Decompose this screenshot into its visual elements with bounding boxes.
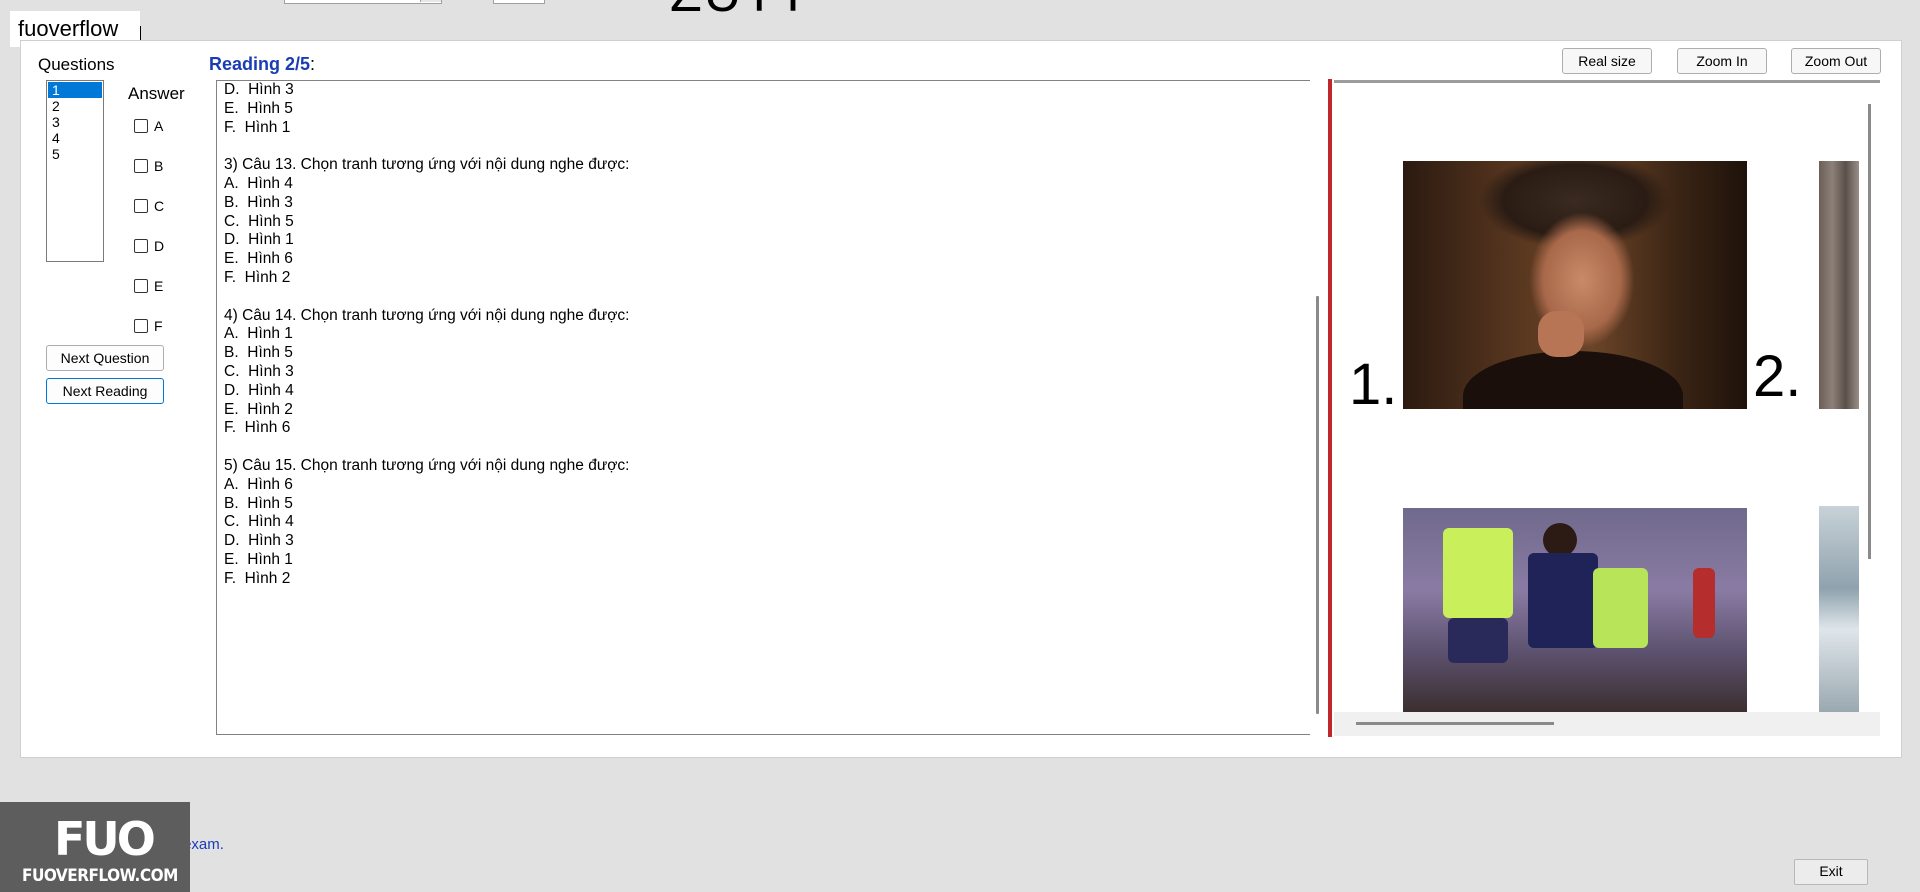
answer-label-f: F [154,318,163,334]
question-item[interactable]: 1 [48,82,102,98]
image-woman-portrait [1403,161,1747,409]
logo-url: FUOVERFLOW.COM [22,866,178,886]
question-list[interactable]: 1 2 3 4 5 [46,80,104,262]
photo-shape [1443,528,1513,618]
image-clipped-2 [1819,161,1859,409]
reading-text-box[interactable]: D. Hình 3 E. Hình 5 F. Hình 1 3) Câu 13.… [216,80,1330,735]
next-reading-button[interactable]: Next Reading [46,378,164,404]
questions-label: Questions [38,55,115,74]
answer-label-e: E [154,278,164,294]
answer-option-a[interactable]: A [134,116,163,136]
question-item[interactable]: 3 [48,114,102,130]
answer-option-b[interactable]: B [134,156,163,176]
reading-scrollbar[interactable] [1310,80,1328,735]
answer-label-d: D [154,238,165,254]
panel-splitter[interactable] [1328,79,1332,737]
question-item[interactable]: 2 [48,98,102,114]
image-soccer-players [1403,508,1747,713]
reading-title-text: Reading 2/5 [209,54,311,74]
answer-label-c: C [154,198,165,214]
reading-scrollbar-thumb[interactable] [1316,296,1319,714]
answer-option-e[interactable]: E [134,276,163,296]
photo-shape [1528,553,1598,648]
answer-checkbox-e[interactable] [134,279,148,293]
answer-label-b: B [154,158,164,174]
reading-text: D. Hình 3 E. Hình 5 F. Hình 1 3) Câu 13.… [224,81,630,587]
exit-button[interactable]: Exit [1794,859,1868,885]
photo-shape [1463,351,1683,409]
image-clipped-4 [1819,506,1859,712]
answer-option-f[interactable]: F [134,316,163,336]
answer-option-c[interactable]: C [134,196,164,216]
zoom-out-button[interactable]: Zoom Out [1791,48,1881,74]
image-number-2: 2. [1753,344,1802,409]
viewer-vertical-scrollbar-thumb[interactable] [1868,104,1871,559]
answer-checkbox-f[interactable] [134,319,148,333]
top-small-field[interactable] [493,0,545,4]
photo-shape [1543,523,1577,557]
answer-label: Answer [128,84,185,103]
photo-shape [1448,618,1508,663]
viewer-horizontal-scrollbar-thumb[interactable] [1356,722,1554,725]
answer-checkbox-a[interactable] [134,119,148,133]
top-combobox[interactable] [284,0,442,4]
photo-shape [1693,568,1715,638]
image-number-1: 1. [1349,352,1398,417]
answer-checkbox-b[interactable] [134,159,148,173]
answer-checkbox-c[interactable] [134,199,148,213]
answer-option-d[interactable]: D [134,236,164,256]
logo-text: FUO [54,812,156,866]
reading-title: Reading 2/5: [209,54,315,75]
answer-checkbox-d[interactable] [134,239,148,253]
photo-shape [1538,311,1584,357]
top-combobox-arrow[interactable] [420,0,441,2]
answer-label-a: A [154,118,164,134]
real-size-button[interactable]: Real size [1562,48,1652,74]
reading-title-colon: : [310,54,316,74]
photo-shape [1593,568,1648,648]
next-question-button[interactable]: Next Question [46,345,164,371]
top-clipped-text: ZUTT [670,0,811,24]
watermark-logo: FUO FUOVERFLOW.COM [0,802,190,892]
zoom-in-button[interactable]: Zoom In [1677,48,1767,74]
question-item[interactable]: 4 [48,130,102,146]
question-item[interactable]: 5 [48,146,102,162]
